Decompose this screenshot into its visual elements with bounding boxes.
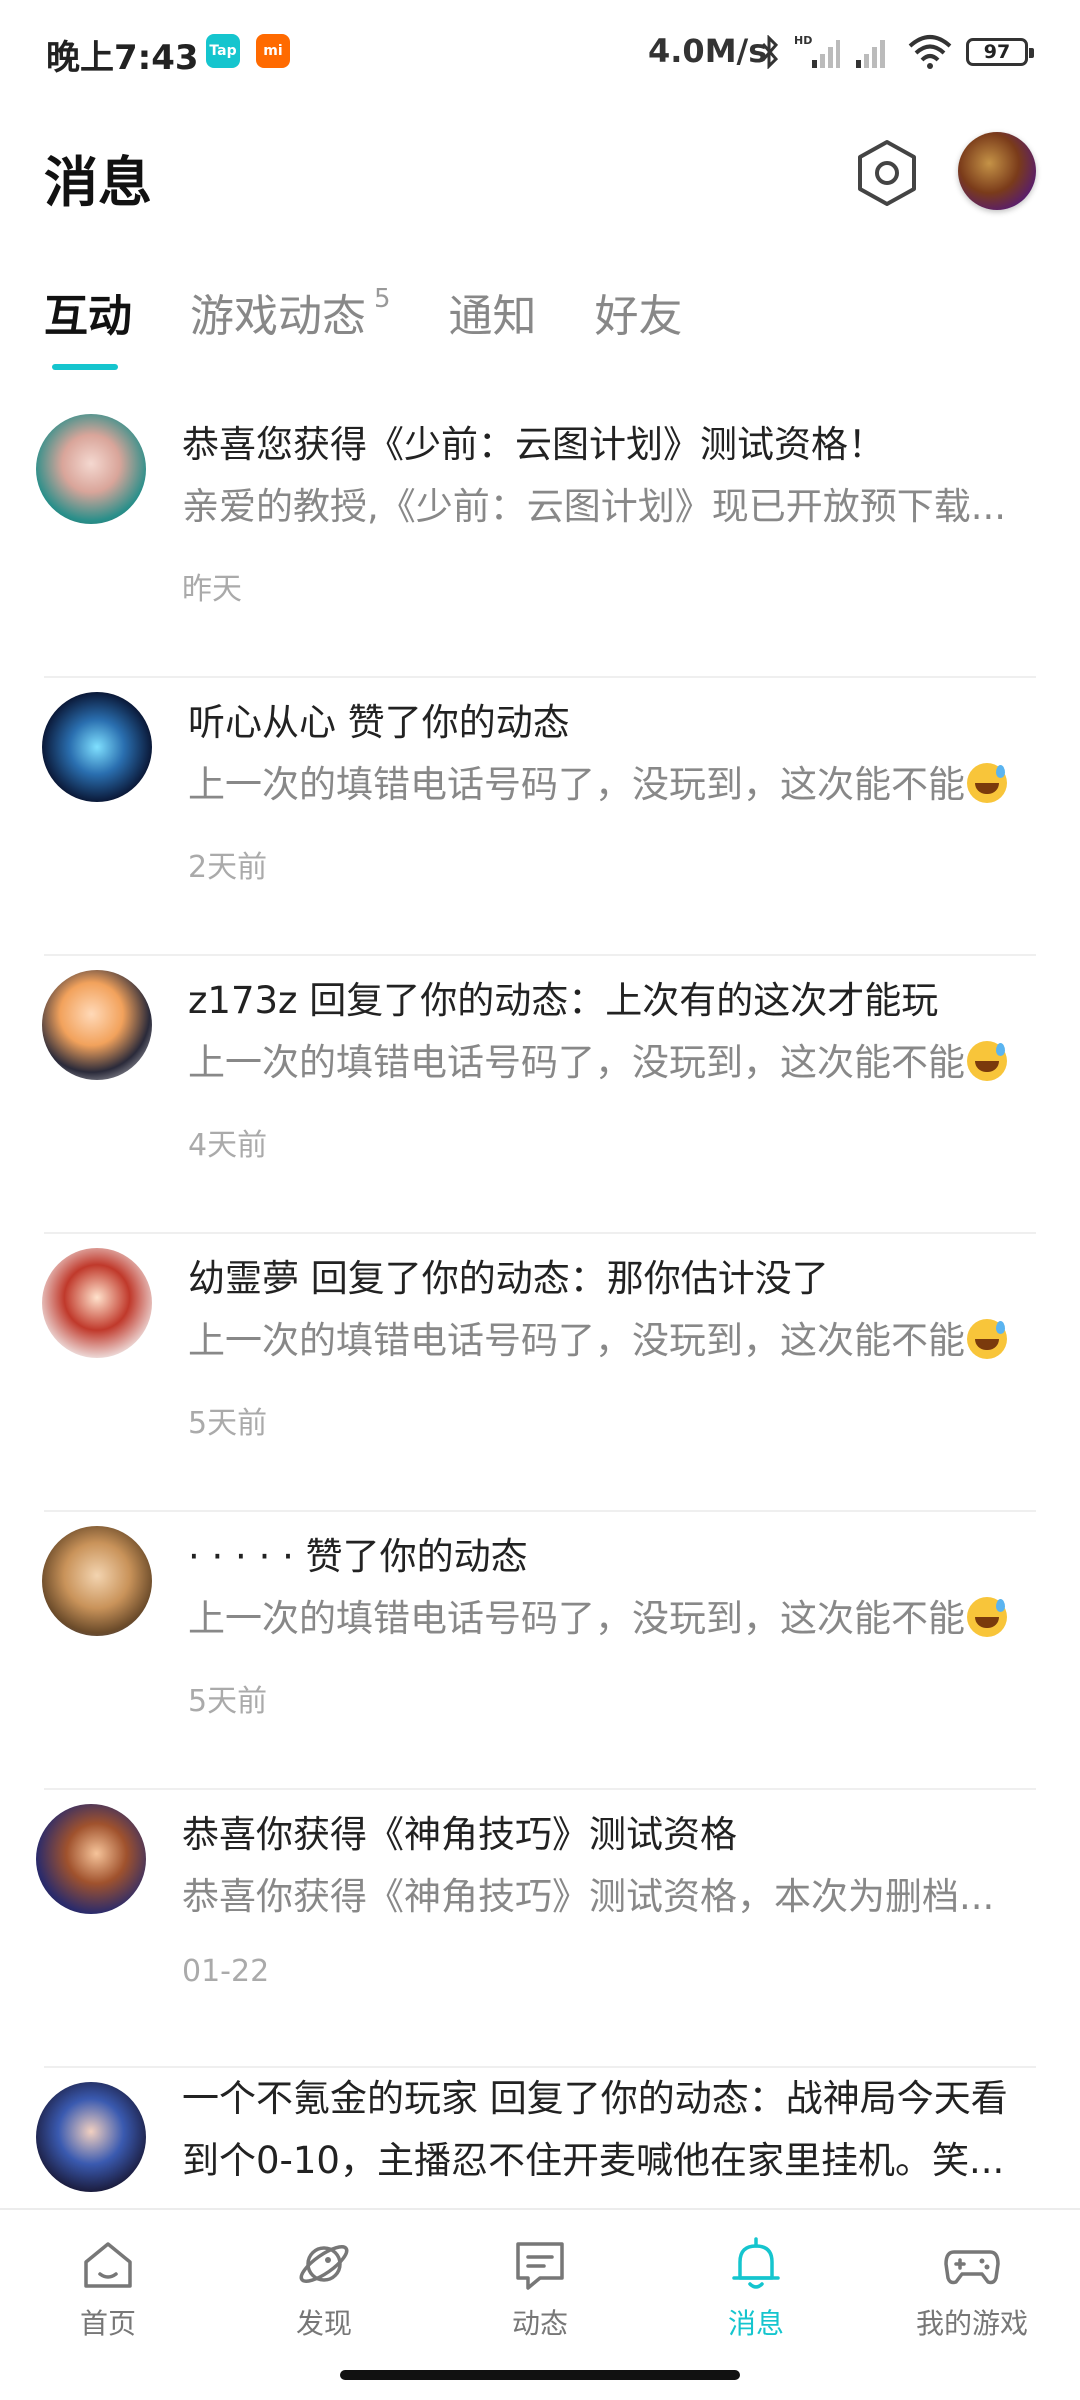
tab-friends[interactable]: 好友 [595, 280, 683, 344]
avatar[interactable] [36, 414, 146, 524]
message-time: 2天前 [188, 850, 268, 885]
list-item[interactable]: 幼霊夢 回复了你的动态：那你估计没了 上一次的填错电话号码了，没玩到，这次能不能… [0, 1234, 1080, 1512]
tab-game-updates[interactable]: 游戏动态 5 [190, 280, 391, 344]
signal-hd-icon: HD [794, 34, 840, 68]
nav-discover[interactable]: 发现 [216, 2210, 432, 2360]
settings-button[interactable] [850, 136, 924, 210]
nav-label: 动态 [511, 2307, 568, 2340]
wifi-icon [908, 35, 952, 69]
message-title: 恭喜你获得《神角技巧》测试资格 [182, 1813, 737, 1856]
nav-label: 消息 [727, 2307, 784, 2340]
avatar[interactable] [42, 970, 152, 1080]
message-time: 5天前 [188, 1406, 268, 1441]
message-title: · · · · · 赞了你的动态 [188, 1535, 528, 1578]
tab-interaction[interactable]: 互动 [44, 280, 132, 344]
svg-text:HD: HD [794, 34, 812, 47]
home-icon [84, 2242, 132, 2288]
nav-messages[interactable]: 消息 [648, 2210, 864, 2360]
nav-feed[interactable]: 动态 [432, 2210, 648, 2360]
list-item[interactable]: 恭喜你获得《神角技巧》测试资格 恭喜你获得《神角技巧》测试资格，本次为删档...… [0, 1790, 1080, 2068]
nav-label: 我的游戏 [915, 2307, 1028, 2340]
message-preview: 上一次的填错电话号码了，没玩到，这次能不能 [188, 754, 1040, 808]
avatar[interactable] [42, 1248, 152, 1358]
home-indicator[interactable] [340, 2370, 740, 2380]
message-preview: 上一次的填错电话号码了，没玩到，这次能不能 [188, 1032, 1040, 1086]
avatar[interactable] [42, 1526, 152, 1636]
message-title: 听心从心 赞了你的动态 [188, 701, 570, 744]
signal-icon [856, 40, 885, 68]
nav-label: 发现 [295, 2307, 352, 2340]
chat-icon [516, 2242, 564, 2290]
message-preview: 上一次的填错电话号码了，没玩到，这次能不能 [188, 1588, 1040, 1642]
nav-home[interactable]: 首页 [0, 2210, 216, 2360]
list-item[interactable]: · · · · · 赞了你的动态 上一次的填错电话号码了，没玩到，这次能不能 5… [0, 1512, 1080, 1790]
nav-my-games[interactable]: 我的游戏 [864, 2210, 1080, 2360]
message-time: 昨天 [182, 572, 242, 607]
message-time: 01-22 [182, 1954, 270, 1989]
list-item[interactable]: 听心从心 赞了你的动态 上一次的填错电话号码了，没玩到，这次能不能 2天前 [0, 678, 1080, 956]
status-icons: HD 97 [760, 30, 1034, 74]
status-time: 晚上7:43 [46, 38, 199, 78]
page-title: 消息 [44, 151, 152, 214]
tab-notifications[interactable]: 通知 [449, 280, 537, 344]
sweat-smile-emoji-icon [967, 1319, 1007, 1359]
message-time: 5天前 [188, 1684, 268, 1719]
sweat-smile-emoji-icon [967, 763, 1007, 803]
nav-label: 首页 [79, 2307, 136, 2340]
message-title: 幼霊夢 回复了你的动态：那你估计没了 [188, 1257, 829, 1300]
sweat-smile-emoji-icon [967, 1597, 1007, 1637]
sweat-smile-emoji-icon [967, 1041, 1007, 1081]
bottom-nav: 首页 发现 动态 消息 我的游戏 [0, 2208, 1080, 2360]
status-bar: 晚上7:43 Tap mi 4.0M/s HD 97 [0, 0, 1080, 100]
message-title: z173z 回复了你的动态：上次有的这次才能玩 [188, 979, 939, 1022]
message-title: 恭喜您获得《少前：云图计划》测试资格！ [182, 423, 885, 466]
message-title: 一个不氪金的玩家 回复了你的动态：战神局今天看到个0-10，主播忍不住开麦喊他在… [182, 2077, 1008, 2182]
message-preview: 恭喜你获得《神角技巧》测试资格，本次为删档... [182, 1875, 995, 1918]
list-item[interactable]: 恭喜您获得《少前：云图计划》测试资格！ 亲爱的教授,《少前：云图计划》现已开放预… [0, 400, 1080, 678]
network-speed: 4.0M/s [648, 32, 768, 70]
user-avatar[interactable] [958, 132, 1036, 210]
mi-app-icon: mi [256, 34, 290, 68]
message-preview: 上一次的填错电话号码了，没玩到，这次能不能 [188, 1310, 1040, 1364]
avatar[interactable] [36, 2082, 146, 2192]
tab-badge-count: 5 [374, 284, 391, 314]
planet-icon [299, 2245, 349, 2283]
list-item[interactable]: 一个不氪金的玩家 回复了你的动态：战神局今天看到个0-10，主播忍不住开麦喊他在… [0, 2068, 1080, 2208]
message-time: 4天前 [188, 1128, 268, 1163]
battery-indicator: 97 [966, 38, 1034, 66]
message-tabs: 互动 游戏动态 5 通知 好友 [44, 280, 741, 350]
active-tab-indicator [52, 364, 118, 370]
gamepad-icon [944, 2250, 1000, 2285]
avatar[interactable] [36, 1804, 146, 1914]
tap-app-icon: Tap [206, 34, 240, 68]
message-preview: 亲爱的教授,《少前：云图计划》现已开放预下载... [182, 485, 1007, 528]
list-item[interactable]: z173z 回复了你的动态：上次有的这次才能玩 上一次的填错电话号码了，没玩到，… [0, 956, 1080, 1234]
avatar[interactable] [42, 692, 152, 802]
bell-icon [732, 2237, 780, 2289]
settings-hexagon-icon [858, 140, 916, 206]
bluetooth-icon [761, 35, 779, 69]
